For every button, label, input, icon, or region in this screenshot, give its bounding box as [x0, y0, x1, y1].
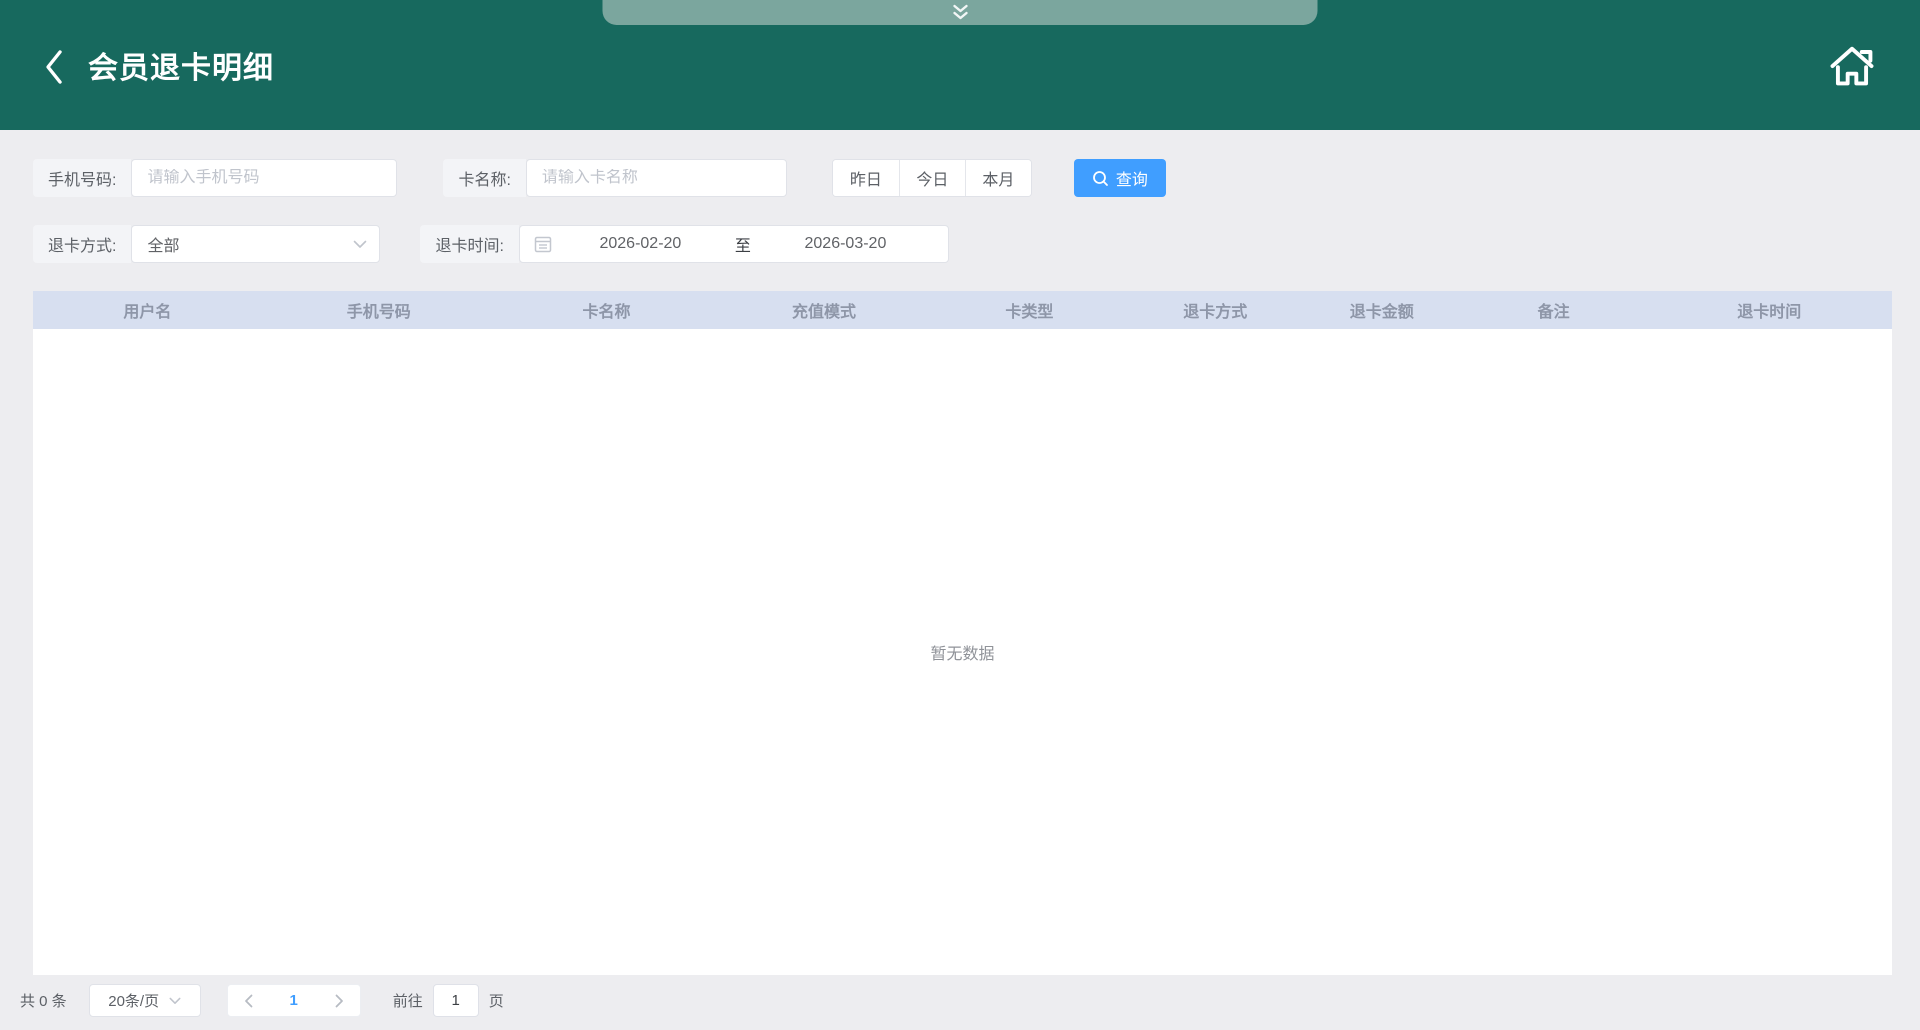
goto-suffix: 页 — [488, 993, 504, 1010]
date-range-picker[interactable]: 2026-02-20 至 2026-03-20 — [518, 225, 949, 263]
search-button[interactable]: 查询 — [1073, 159, 1166, 197]
filter-row-1: 手机号码: 卡名称: 昨日 今日 本月 查询 — [33, 159, 1887, 197]
next-page-button[interactable] — [335, 994, 344, 1008]
filter-panel: 手机号码: 卡名称: 昨日 今日 本月 查询 退卡方式: — [0, 130, 1920, 263]
column-header-remark: 备注 — [1537, 304, 1570, 321]
refund-method-select[interactable]: 全部 — [131, 225, 381, 263]
home-icon — [1830, 46, 1874, 86]
back-chevron-icon — [46, 50, 62, 84]
pagination-bar: 共 0 条 20条/页 1 前往 页 — [0, 975, 1920, 1026]
goto-page-group: 前往 页 — [393, 984, 504, 1017]
page-size-value: 20条/页 — [108, 993, 160, 1010]
chevron-down-icon — [169, 997, 181, 1004]
column-header-card-name: 卡名称 — [582, 304, 631, 321]
refund-method-filter-group: 退卡方式: 全部 — [33, 225, 381, 263]
date-end-value: 2026-03-20 — [804, 235, 887, 252]
date-start-value: 2026-02-20 — [599, 235, 682, 252]
phone-label: 手机号码: — [33, 159, 132, 197]
date-separator: 至 — [734, 238, 751, 255]
goto-page-input[interactable] — [432, 984, 479, 1017]
filter-row-2: 退卡方式: 全部 退卡时间: 2026-02-20 至 2026-03-20 — [33, 225, 1887, 263]
yesterday-button[interactable]: 昨日 — [832, 160, 899, 196]
page-size-select[interactable]: 20条/页 — [88, 984, 201, 1017]
search-icon — [1092, 170, 1108, 186]
card-name-input[interactable] — [541, 169, 771, 187]
table-body: 暂无数据 — [33, 329, 1892, 975]
column-header-refund-method: 退卡方式 — [1183, 304, 1248, 321]
column-header-username: 用户名 — [123, 304, 172, 321]
phone-filter-group: 手机号码: — [33, 159, 398, 197]
refund-method-label: 退卡方式: — [33, 225, 132, 263]
column-header-refund-amount: 退卡金额 — [1349, 304, 1414, 321]
back-button[interactable] — [42, 48, 66, 86]
column-header-recharge-mode: 充值模式 — [791, 304, 856, 321]
refund-time-label: 退卡时间: — [420, 225, 519, 263]
refund-table: 用户名 手机号码 卡名称 充值模式 卡类型 退卡方式 退卡金额 备注 退卡时间 … — [33, 291, 1892, 975]
empty-state-text: 暂无数据 — [930, 646, 995, 663]
current-page-number[interactable]: 1 — [290, 992, 298, 1009]
card-name-input-box — [525, 159, 787, 197]
prev-page-button[interactable] — [244, 994, 253, 1008]
column-header-phone: 手机号码 — [346, 304, 411, 321]
table-header-row: 用户名 手机号码 卡名称 充值模式 卡类型 退卡方式 退卡金额 备注 退卡时间 — [33, 291, 1892, 329]
home-button[interactable] — [1826, 39, 1878, 91]
today-button[interactable]: 今日 — [898, 160, 965, 196]
refund-method-value: 全部 — [147, 238, 180, 255]
double-chevron-down-icon — [952, 4, 968, 19]
chevron-left-icon — [244, 994, 253, 1007]
card-name-label: 卡名称: — [443, 159, 526, 197]
column-header-refund-time: 退卡时间 — [1737, 304, 1802, 321]
search-button-label: 查询 — [1115, 172, 1148, 189]
goto-label: 前往 — [392, 993, 423, 1010]
chevron-down-icon — [354, 240, 367, 248]
pager: 1 — [226, 984, 361, 1017]
refund-time-filter-group: 退卡时间: 2026-02-20 至 2026-03-20 — [420, 225, 949, 263]
phone-input[interactable] — [147, 169, 382, 187]
quick-date-button-group: 昨日 今日 本月 — [831, 159, 1032, 197]
chevron-right-icon — [335, 994, 343, 1007]
card-name-filter-group: 卡名称: — [443, 159, 787, 197]
total-count-text: 共 0 条 — [20, 993, 67, 1010]
phone-input-box — [131, 159, 398, 197]
this-month-button[interactable]: 本月 — [964, 160, 1031, 196]
collapse-handle[interactable] — [602, 0, 1318, 25]
calendar-icon — [534, 236, 552, 253]
column-header-card-type: 卡类型 — [1005, 304, 1054, 321]
page-title: 会员退卡明细 — [88, 52, 274, 85]
